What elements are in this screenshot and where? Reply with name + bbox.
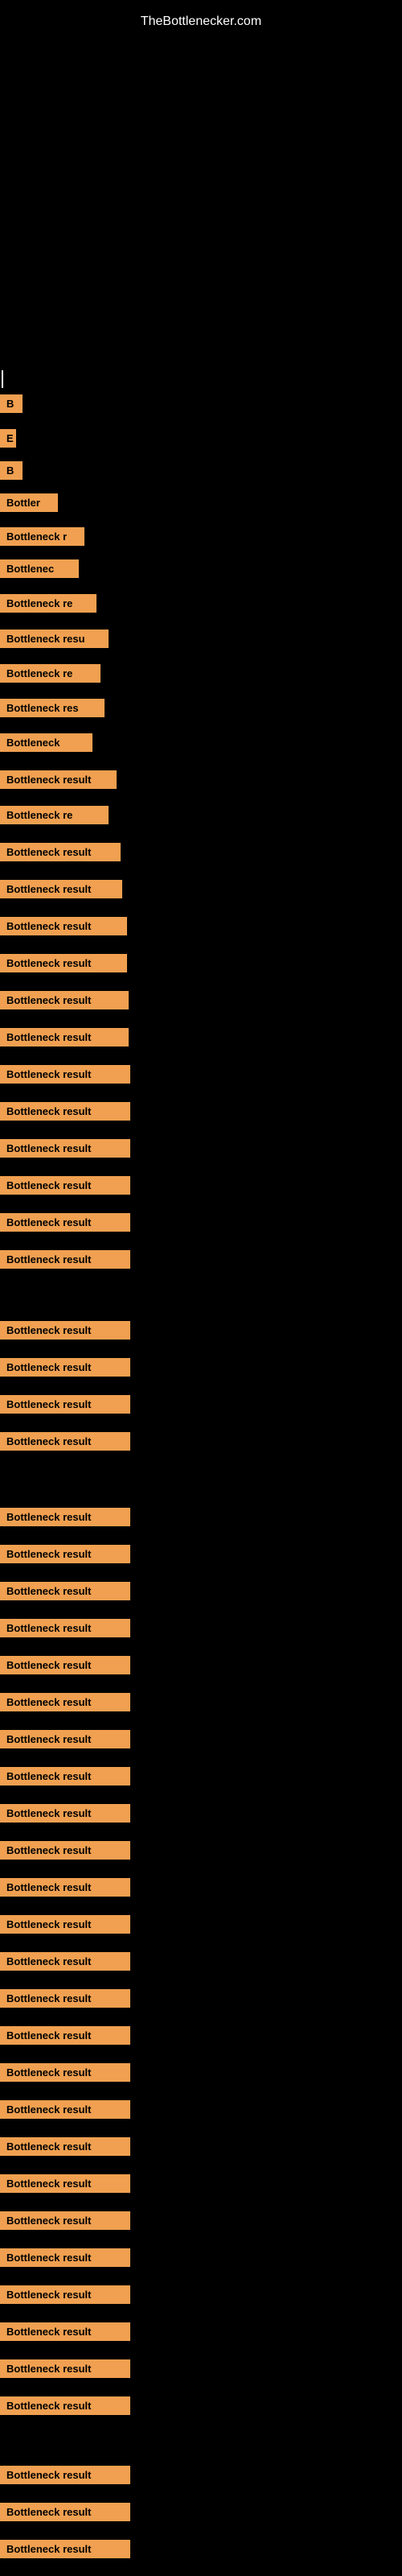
bottleneck-result-item: Bottleneck result — [0, 2211, 130, 2230]
bottleneck-result-item: Bottleneck result — [0, 2026, 130, 2045]
bottleneck-result-item: Bottleneck result — [0, 2248, 130, 2267]
bottleneck-result-item: Bottleneck result — [0, 2503, 130, 2521]
bottleneck-result-item: Bottleneck result — [0, 1250, 130, 1269]
bottleneck-result-item: Bottleneck result — [0, 2100, 130, 2119]
bottleneck-result-item: Bottler — [0, 493, 58, 512]
bottleneck-result-item: Bottleneck result — [0, 1989, 130, 2008]
site-title: TheBottlenecker.com — [0, 6, 402, 37]
bottleneck-result-item: Bottleneck result — [0, 1767, 130, 1785]
bottleneck-result-item: Bottleneck result — [0, 954, 127, 972]
bottleneck-result-item: Bottleneck result — [0, 1841, 130, 1860]
bottleneck-result-item: Bottleneck result — [0, 2396, 130, 2415]
bottleneck-result-item: Bottleneck result — [0, 1582, 130, 1600]
bottleneck-result-item: Bottleneck result — [0, 1730, 130, 1748]
cursor-line — [2, 370, 3, 388]
bottleneck-result-item: Bottleneck r — [0, 527, 84, 546]
bottleneck-result-item: B — [0, 394, 23, 413]
bottleneck-result-item: Bottleneck result — [0, 1176, 130, 1195]
bottleneck-result-item: Bottleneck result — [0, 2466, 130, 2484]
bottleneck-result-item: E — [0, 429, 16, 448]
bottleneck-result-item: Bottleneck re — [0, 594, 96, 613]
bottleneck-result-item: Bottleneck result — [0, 1321, 130, 1340]
bottleneck-result-item: Bottleneck result — [0, 1619, 130, 1637]
bottleneck-result-item: Bottleneck result — [0, 1508, 130, 1526]
bottleneck-result-item: Bottleneck result — [0, 917, 127, 935]
bottleneck-result-item: Bottleneck re — [0, 664, 100, 683]
bottleneck-result-item: Bottleneck result — [0, 1102, 130, 1121]
bottleneck-result-item: Bottleneck result — [0, 2322, 130, 2341]
bottleneck-result-item: Bottleneck result — [0, 2540, 130, 2558]
bottleneck-result-item: Bottleneck result — [0, 1358, 130, 1377]
bottleneck-result-item: Bottleneck result — [0, 1065, 130, 1084]
bottleneck-result-item: Bottleneck re — [0, 806, 109, 824]
bottleneck-result-item: Bottleneck result — [0, 1395, 130, 1414]
bottleneck-result-item: Bottleneck result — [0, 843, 121, 861]
bottleneck-result-item: Bottleneck result — [0, 2137, 130, 2156]
bottleneck-result-item: Bottleneck — [0, 733, 92, 752]
bottleneck-result-item: Bottleneck result — [0, 2359, 130, 2378]
bottleneck-result-item: Bottleneck result — [0, 880, 122, 898]
bottleneck-result-item: B — [0, 461, 23, 480]
bottleneck-result-item: Bottlenec — [0, 559, 79, 578]
bottleneck-result-item: Bottleneck result — [0, 1139, 130, 1158]
bottleneck-result-item: Bottleneck result — [0, 1915, 130, 1934]
bottleneck-result-item: Bottleneck result — [0, 2174, 130, 2193]
bottleneck-result-item: Bottleneck result — [0, 2285, 130, 2304]
bottleneck-result-item: Bottleneck result — [0, 1545, 130, 1563]
bottleneck-result-item: Bottleneck result — [0, 1804, 130, 1823]
bottleneck-result-item: Bottleneck result — [0, 2063, 130, 2082]
bottleneck-result-item: Bottleneck result — [0, 991, 129, 1009]
bottleneck-result-item: Bottleneck result — [0, 1213, 130, 1232]
bottleneck-result-item: Bottleneck result — [0, 1878, 130, 1897]
bottleneck-result-item: Bottleneck result — [0, 1952, 130, 1971]
bottleneck-result-item: Bottleneck result — [0, 1028, 129, 1046]
bottleneck-result-item: Bottleneck resu — [0, 630, 109, 648]
bottleneck-result-item: Bottleneck result — [0, 1432, 130, 1451]
bottleneck-result-item: Bottleneck result — [0, 1656, 130, 1674]
bottleneck-result-item: Bottleneck result — [0, 1693, 130, 1711]
bottleneck-result-item: Bottleneck res — [0, 699, 105, 717]
bottleneck-result-item: Bottleneck result — [0, 770, 117, 789]
